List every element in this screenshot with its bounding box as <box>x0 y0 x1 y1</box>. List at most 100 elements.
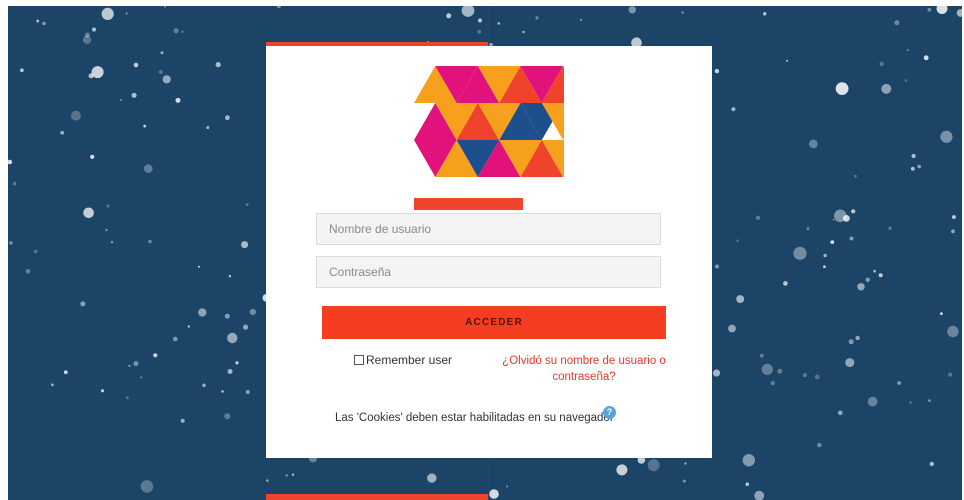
snow-dot <box>806 227 810 231</box>
snow-dot <box>802 373 807 378</box>
snow-dot <box>101 7 114 20</box>
snow-dot <box>187 325 190 328</box>
snow-dot <box>535 16 539 20</box>
snow-dot <box>51 383 54 387</box>
snow-dot <box>814 374 820 380</box>
snow-dot <box>133 361 139 367</box>
snow-dot <box>60 130 65 135</box>
snow-dot <box>894 20 900 26</box>
snow-dot <box>148 239 152 244</box>
snow-dot <box>948 372 953 377</box>
snow-dot <box>865 277 870 282</box>
snow-dot <box>857 283 865 291</box>
snow-dot <box>897 381 901 385</box>
snow-dot <box>714 68 720 74</box>
snow-dot <box>881 83 892 94</box>
snow-dot <box>128 364 131 367</box>
card-bottom-accent <box>266 494 488 500</box>
snow-dot <box>285 474 288 477</box>
snow-dot <box>42 21 46 26</box>
snow-dot <box>910 166 915 171</box>
snow-dot <box>904 79 908 82</box>
snow-dot <box>770 381 775 386</box>
snow-dot <box>125 12 128 15</box>
snow-dot <box>951 229 955 234</box>
snow-dot <box>505 485 509 488</box>
snow-dot <box>851 209 856 214</box>
snow-dot <box>736 239 739 242</box>
snow-dot <box>221 390 224 393</box>
snow-dot <box>927 7 932 12</box>
snow-dot <box>90 154 95 159</box>
snow-dot <box>91 27 97 32</box>
snow-dot <box>940 130 953 143</box>
snow-dot <box>878 273 883 278</box>
snow-dot <box>70 110 81 121</box>
snow-dot <box>162 75 171 84</box>
snow-dot <box>793 246 807 260</box>
snow-dot <box>755 215 761 220</box>
snow-dot <box>761 363 773 375</box>
username-input[interactable] <box>316 213 661 245</box>
forgot-credentials-link[interactable]: ¿Olvidó su nombre de usuario o contraseñ… <box>502 353 666 385</box>
snow-dot <box>160 51 164 55</box>
snow-dot <box>241 241 249 249</box>
snow-dot <box>715 264 719 269</box>
snow-dot <box>849 236 854 241</box>
snow-dot <box>928 399 931 402</box>
snow-dot <box>461 6 475 17</box>
snow-dot <box>736 295 745 304</box>
snow-dot <box>249 308 256 316</box>
password-input[interactable] <box>316 256 661 288</box>
remember-user-label: Remember user <box>366 353 453 367</box>
snow-dot <box>100 389 105 393</box>
snow-dot <box>291 473 295 476</box>
snow-dot <box>153 353 158 358</box>
help-circle-icon[interactable]: ? <box>603 406 616 419</box>
snow-dot <box>830 240 835 245</box>
snow-dot <box>266 479 269 482</box>
snow-dot <box>245 390 250 394</box>
snow-dot <box>235 361 239 365</box>
login-button[interactable]: ACCEDER <box>322 306 666 339</box>
snow-dot <box>173 336 178 342</box>
snow-dot <box>227 332 238 344</box>
snow-dot <box>731 107 736 112</box>
snow-dot <box>276 6 281 9</box>
snow-dot <box>712 369 721 377</box>
triangle-mosaic-logo-icon <box>414 64 585 212</box>
snow-dot <box>911 153 916 159</box>
snow-dot <box>835 82 849 95</box>
snow-dot <box>647 459 660 472</box>
snow-dot <box>855 335 860 341</box>
snow-dot <box>763 12 767 16</box>
snow-dot <box>91 66 104 79</box>
snow-dot <box>105 228 108 232</box>
snow-dot <box>173 28 179 34</box>
snow-dot <box>143 124 147 128</box>
snow-dot <box>224 413 231 420</box>
snow-dot <box>834 209 847 223</box>
snow-dot <box>923 55 929 61</box>
snow-dot <box>225 115 230 121</box>
snow-dot <box>197 265 200 268</box>
snow-dot <box>25 269 31 274</box>
snow-dot <box>783 281 788 286</box>
snow-dot <box>206 126 210 130</box>
snow-dot <box>158 69 163 75</box>
snow-dot <box>867 396 878 407</box>
snow-dot <box>832 218 835 221</box>
snow-dot <box>579 18 583 21</box>
snow-dot <box>477 18 483 23</box>
snow-dot <box>63 370 68 375</box>
cookies-notice: Las 'Cookies' deben estar habilitadas en… <box>335 412 614 424</box>
snow-dot <box>228 275 232 278</box>
snow-dot <box>823 253 827 258</box>
snow-dot <box>133 62 139 68</box>
snow-dot <box>845 358 855 368</box>
snow-dot <box>83 207 94 219</box>
remember-user-checkbox[interactable]: Remember user <box>354 353 452 367</box>
checkbox-box[interactable] <box>354 355 364 365</box>
snow-dot <box>947 325 959 338</box>
snow-dot <box>838 410 843 416</box>
